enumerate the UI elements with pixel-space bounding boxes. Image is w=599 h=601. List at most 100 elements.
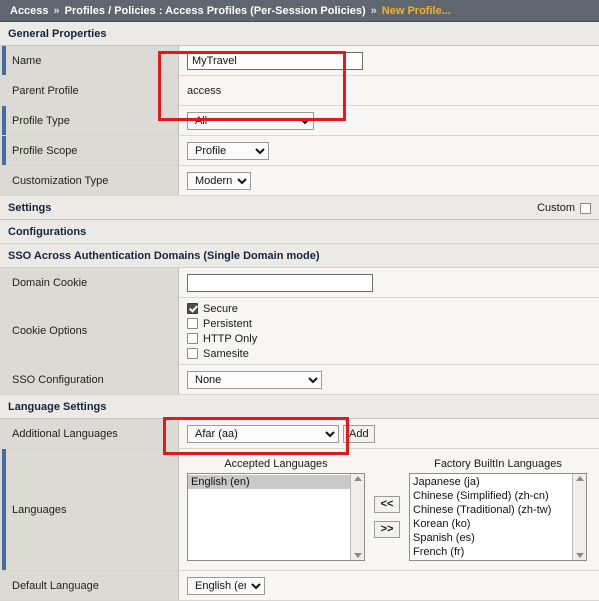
list-item[interactable]: English (en): [188, 475, 350, 489]
general-properties-table: Name Parent Profile access Profile Type …: [0, 46, 599, 196]
cookie-option-persistent[interactable]: Persistent: [187, 316, 593, 331]
list-item[interactable]: Chinese (Simplified) (zh-cn): [410, 489, 572, 503]
label-profile-scope: Profile Scope: [0, 136, 179, 166]
sso-table: Domain Cookie Cookie Options Secure Pers…: [0, 268, 599, 395]
list-item[interactable]: French (fr): [410, 545, 572, 559]
factory-languages-listbox[interactable]: Japanese (ja) Chinese (Simplified) (zh-c…: [409, 473, 587, 561]
scroll-up-icon[interactable]: [354, 476, 362, 481]
custom-checkbox[interactable]: [580, 203, 591, 214]
custom-label: Custom: [537, 202, 575, 214]
section-header-language-settings: Language Settings: [0, 395, 599, 419]
label-name: Name: [0, 46, 179, 76]
accepted-languages-scrollbar[interactable]: [350, 474, 364, 560]
label-parent-profile: Parent Profile: [0, 76, 179, 106]
scroll-down-icon[interactable]: [354, 553, 362, 558]
table-row: Customization Type Modern: [0, 166, 599, 196]
list-item[interactable]: Chinese (Traditional) (zh-tw): [410, 503, 572, 517]
name-input[interactable]: [187, 52, 363, 70]
factory-languages-caption: Factory BuiltIn Languages: [409, 456, 587, 473]
list-item[interactable]: Japanese (ja): [410, 475, 572, 489]
breadcrumb: Access » Profiles / Policies : Access Pr…: [0, 0, 599, 22]
accepted-languages-listbox[interactable]: English (en): [187, 473, 365, 561]
cell-parent-profile-value: access: [179, 76, 599, 106]
label-sso-configuration: SSO Configuration: [0, 365, 179, 395]
table-row: Additional Languages Afar (aa) Add: [0, 419, 599, 449]
breadcrumb-separator: »: [54, 5, 60, 17]
table-row: SSO Configuration None: [0, 365, 599, 395]
section-title-general-properties: General Properties: [8, 28, 106, 40]
http-only-checkbox[interactable]: [187, 333, 198, 344]
label-default-language: Default Language: [0, 571, 179, 601]
label-profile-type: Profile Type: [0, 106, 179, 136]
customization-type-select[interactable]: Modern: [187, 172, 251, 190]
label-languages: Languages: [0, 449, 179, 571]
move-right-button[interactable]: >>: [374, 521, 400, 538]
profile-scope-select[interactable]: Profile: [187, 142, 269, 160]
factory-languages-scrollbar[interactable]: [572, 474, 586, 560]
table-row: Profile Scope Profile: [0, 136, 599, 166]
breadcrumb-item-access[interactable]: Access: [10, 5, 49, 17]
label-domain-cookie: Domain Cookie: [0, 268, 179, 298]
additional-languages-select[interactable]: Afar (aa): [187, 425, 339, 443]
scroll-down-icon[interactable]: [576, 553, 584, 558]
list-item[interactable]: German (de): [410, 559, 572, 560]
default-language-select[interactable]: English (en): [187, 577, 265, 595]
cell-languages-dual-list: Accepted Languages English (en) << >>: [179, 449, 599, 571]
cell-default-language-value: English (en): [179, 571, 599, 601]
cell-sso-configuration-value: None: [179, 365, 599, 395]
breadcrumb-item-profiles-policies[interactable]: Profiles / Policies : Access Profiles (P…: [65, 5, 366, 17]
cell-domain-cookie-value: [179, 268, 599, 298]
cell-name-value: [179, 46, 599, 76]
section-header-configurations: Configurations: [0, 220, 599, 244]
section-title-configurations: Configurations: [8, 226, 86, 238]
move-left-button[interactable]: <<: [374, 496, 400, 513]
secure-checkbox[interactable]: [187, 303, 198, 314]
persistent-checkbox[interactable]: [187, 318, 198, 329]
factory-languages-column: Factory BuiltIn Languages Japanese (ja) …: [409, 456, 587, 561]
table-row: Cookie Options Secure Persistent HTTP On…: [0, 298, 599, 365]
table-row: Parent Profile access: [0, 76, 599, 106]
samesite-checkbox[interactable]: [187, 348, 198, 359]
custom-toggle-group: Custom: [537, 202, 591, 214]
cell-customization-type-value: Modern: [179, 166, 599, 196]
label-customization-type: Customization Type: [0, 166, 179, 196]
profile-type-select[interactable]: All: [187, 112, 314, 130]
table-row: Domain Cookie: [0, 268, 599, 298]
section-header-settings: Settings Custom: [0, 196, 599, 220]
section-title-settings: Settings: [8, 202, 51, 214]
accepted-languages-items: English (en): [188, 474, 350, 560]
breadcrumb-separator: »: [371, 5, 377, 17]
table-row: Profile Type All: [0, 106, 599, 136]
section-header-sso: SSO Across Authentication Domains (Singl…: [0, 244, 599, 268]
list-item[interactable]: Korean (ko): [410, 517, 572, 531]
table-row: Default Language English (en): [0, 571, 599, 601]
scroll-up-icon[interactable]: [576, 476, 584, 481]
samesite-label: Samesite: [203, 348, 249, 360]
add-language-button[interactable]: Add: [343, 425, 375, 443]
breadcrumb-item-new-profile: New Profile...: [382, 5, 451, 17]
cookie-option-secure[interactable]: Secure: [187, 301, 593, 316]
accepted-languages-caption: Accepted Languages: [187, 456, 365, 473]
secure-label: Secure: [203, 303, 238, 315]
label-cookie-options: Cookie Options: [0, 298, 179, 365]
dual-list-container: Accepted Languages English (en) << >>: [179, 452, 599, 567]
cookie-option-http-only[interactable]: HTTP Only: [187, 331, 593, 346]
language-settings-table: Additional Languages Afar (aa) Add Langu…: [0, 419, 599, 601]
http-only-label: HTTP Only: [203, 333, 257, 345]
section-title-language-settings: Language Settings: [8, 401, 106, 413]
sso-configuration-select[interactable]: None: [187, 371, 322, 389]
factory-languages-items: Japanese (ja) Chinese (Simplified) (zh-c…: [410, 474, 572, 560]
label-additional-languages: Additional Languages: [0, 419, 179, 449]
cell-cookie-options-value: Secure Persistent HTTP Only Samesite: [179, 298, 599, 365]
cell-profile-scope-value: Profile: [179, 136, 599, 166]
section-header-general-properties: General Properties: [0, 22, 599, 46]
table-row: Languages Accepted Languages English (en…: [0, 449, 599, 571]
section-title-sso: SSO Across Authentication Domains (Singl…: [8, 250, 320, 262]
accepted-languages-column: Accepted Languages English (en): [187, 456, 365, 561]
cell-profile-type-value: All: [179, 106, 599, 136]
transfer-buttons: << >>: [365, 496, 409, 538]
domain-cookie-input[interactable]: [187, 274, 373, 292]
cookie-option-samesite[interactable]: Samesite: [187, 346, 593, 361]
cell-additional-languages-value: Afar (aa) Add: [179, 419, 599, 449]
list-item[interactable]: Spanish (es): [410, 531, 572, 545]
